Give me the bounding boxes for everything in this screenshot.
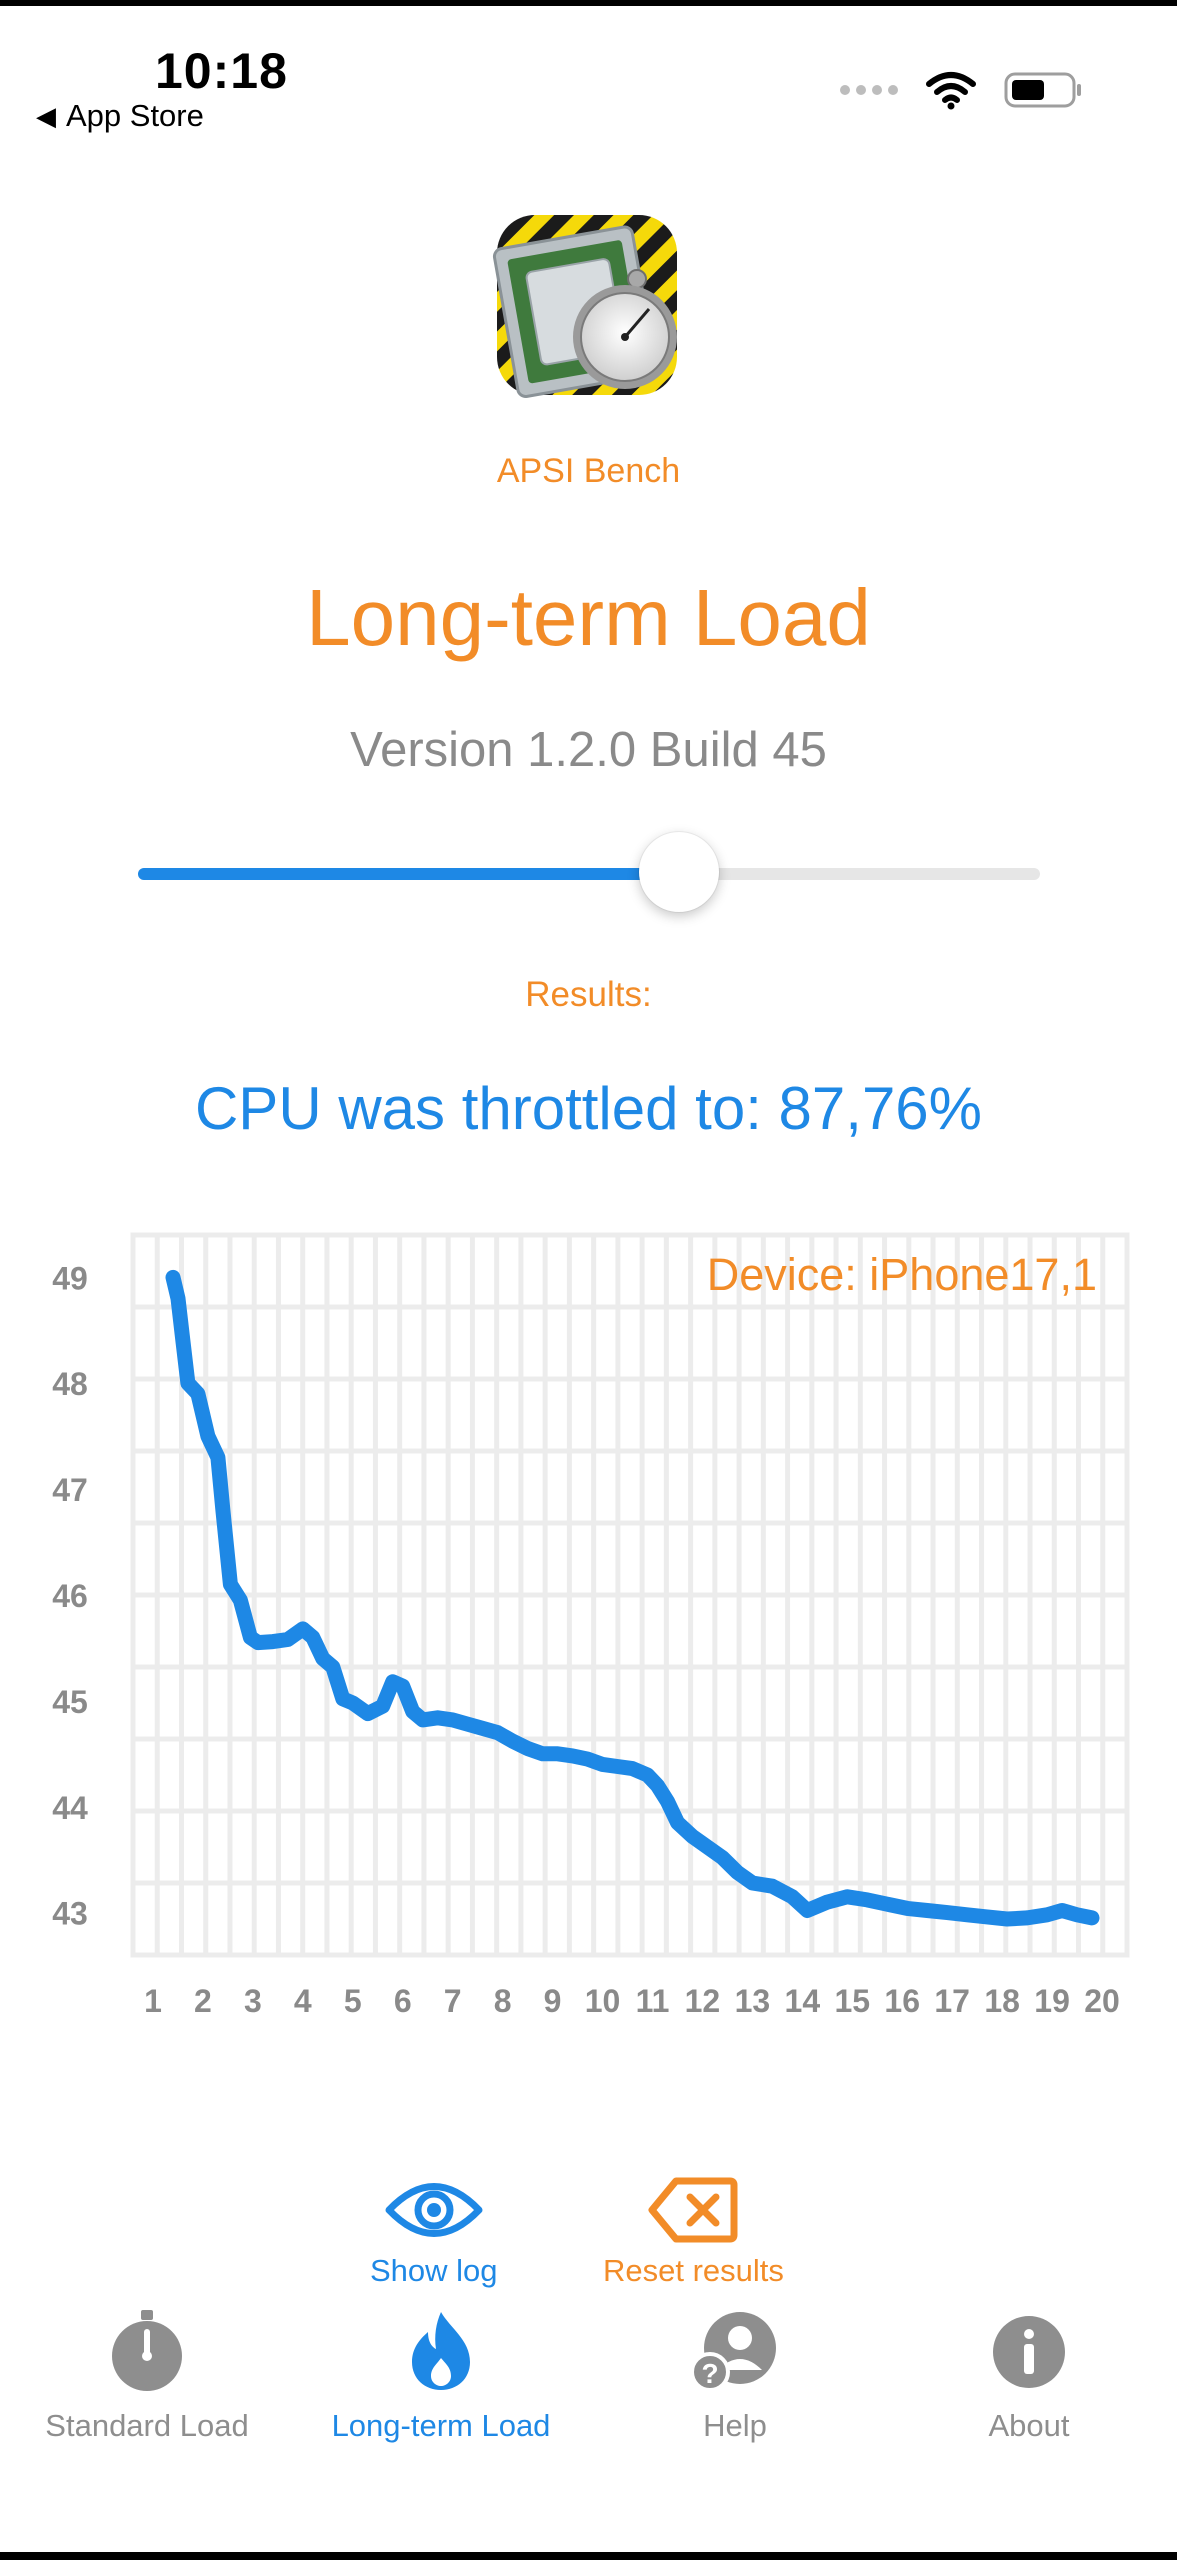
tab-bar: Standard Load Long-term Load ? Help Abou… bbox=[0, 2310, 1177, 2460]
info-icon bbox=[993, 2316, 1065, 2388]
back-triangle-icon: ◀ bbox=[36, 100, 56, 131]
x-tick-label: 2 bbox=[194, 1983, 212, 2019]
x-tick-label: 12 bbox=[685, 1983, 721, 2019]
battery-icon bbox=[1004, 72, 1081, 108]
stopwatch-icon bbox=[112, 2310, 182, 2391]
x-tick-label: 11 bbox=[636, 1983, 670, 2019]
tab-label-standard-load: Standard Load bbox=[45, 2408, 249, 2443]
x-tick-label: 13 bbox=[735, 1983, 771, 2019]
tab-long-term-load[interactable]: Long-term Load bbox=[294, 2310, 588, 2444]
status-indicators bbox=[840, 70, 1084, 110]
signal-dots-icon bbox=[840, 85, 898, 95]
status-time: 10:18 bbox=[155, 43, 288, 99]
reset-results-label: Reset results bbox=[603, 2253, 784, 2288]
x-tick-label: 20 bbox=[1084, 1983, 1120, 2019]
show-log-label: Show log bbox=[370, 2253, 498, 2288]
delete-backspace-icon bbox=[648, 2177, 738, 2243]
y-tick-label: 48 bbox=[52, 1366, 88, 1402]
progress-slider[interactable] bbox=[138, 832, 1040, 912]
app-name: APSI Bench bbox=[496, 452, 681, 490]
back-to-app-store-link[interactable]: ◀ App Store bbox=[36, 98, 204, 134]
x-tick-label: 7 bbox=[444, 1983, 462, 2019]
x-tick-label: 8 bbox=[494, 1983, 512, 2019]
y-tick-labels: 49 48 47 46 45 44 43 bbox=[52, 1260, 88, 1931]
x-tick-label: 5 bbox=[344, 1983, 362, 2019]
tab-label-help: Help bbox=[703, 2408, 767, 2443]
throttle-chart: 49484746454443 1 2 3 4 5 6 7 8 9 10 11 12 13 14 15 16 17… bbox=[52, 1232, 1130, 2019]
tab-label-about: About bbox=[988, 2408, 1070, 2443]
x-tick-label: 18 bbox=[984, 1983, 1020, 2019]
x-tick-label: 3 bbox=[244, 1983, 262, 2019]
x-tick-label: 14 bbox=[785, 1983, 821, 2019]
x-tick-label: 6 bbox=[394, 1983, 412, 2019]
y-tick-label: 45 bbox=[52, 1684, 88, 1720]
x-tick-labels: 1 2 3 4 5 6 7 8 9 10 11 12 13 14 15 16 17 18 19 20 bbox=[144, 1983, 1120, 2019]
eye-icon bbox=[385, 2183, 483, 2237]
top-edge bbox=[0, 0, 1177, 6]
back-label: App Store bbox=[66, 98, 204, 133]
tab-standard-load[interactable]: Standard Load bbox=[0, 2310, 294, 2444]
wifi-icon bbox=[926, 72, 976, 110]
device-annotation: Device: iPhone17,1 bbox=[707, 1249, 1097, 1300]
flame-icon bbox=[412, 2312, 470, 2390]
page-title: Long-term Load bbox=[306, 573, 871, 662]
chart-grid bbox=[130, 1232, 1130, 1958]
reset-results-button[interactable]: Reset results bbox=[603, 2175, 784, 2289]
y-tick-label: 44 bbox=[52, 1790, 88, 1826]
tab-about[interactable]: About bbox=[882, 2310, 1176, 2444]
app-logo-icon bbox=[492, 215, 677, 398]
version-label: Version 1.2.0 Build 45 bbox=[350, 723, 827, 777]
bottom-edge bbox=[0, 2552, 1177, 2560]
y-tick-label: 46 bbox=[52, 1578, 88, 1614]
person-question-icon: ? bbox=[690, 2312, 776, 2392]
tab-help[interactable]: ? Help bbox=[588, 2310, 882, 2444]
x-tick-label: 19 bbox=[1034, 1983, 1070, 2019]
x-tick-label: 10 bbox=[585, 1983, 621, 2019]
x-tick-label: 15 bbox=[834, 1983, 870, 2019]
slider-thumb[interactable] bbox=[639, 832, 720, 912]
svg-text:?: ? bbox=[701, 2358, 718, 2389]
show-log-button[interactable]: Show log bbox=[370, 2175, 498, 2289]
y-tick-label: 47 bbox=[52, 1472, 88, 1508]
y-tick-label: 49 bbox=[52, 1260, 88, 1296]
x-tick-label: 17 bbox=[934, 1983, 970, 2019]
x-tick-label: 16 bbox=[884, 1983, 920, 2019]
y-tick-label: 43 bbox=[52, 1896, 88, 1932]
slider-fill bbox=[138, 868, 680, 880]
results-label: Results: bbox=[525, 975, 652, 1014]
throttle-result: CPU was throttled to: 87,76% bbox=[194, 1075, 983, 1142]
x-tick-label: 1 bbox=[144, 1983, 162, 2019]
x-tick-label: 9 bbox=[544, 1983, 562, 2019]
tab-label-long-term-load: Long-term Load bbox=[331, 2408, 551, 2443]
x-tick-label: 4 bbox=[294, 1983, 312, 2019]
